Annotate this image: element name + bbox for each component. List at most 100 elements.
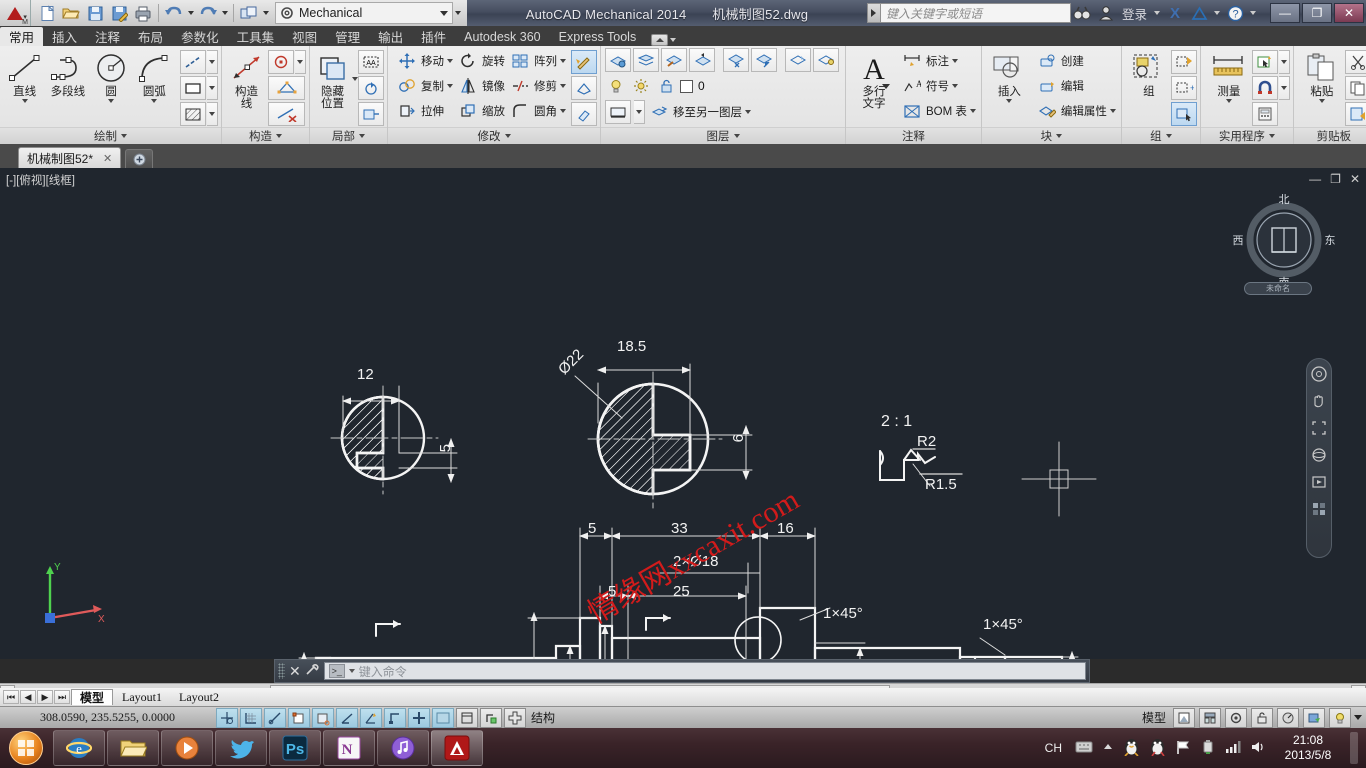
snap-dropdown[interactable] <box>1278 76 1290 100</box>
tool-construction-line[interactable]: 构造线 <box>225 49 268 110</box>
tab-parametric[interactable]: 参数化 <box>172 27 228 46</box>
structure-toggle-icon[interactable] <box>504 707 526 728</box>
volume-icon[interactable] <box>1250 740 1266 757</box>
saveas-icon[interactable] <box>107 2 131 24</box>
calculator-icon[interactable] <box>1251 102 1278 126</box>
a360-dropdown[interactable] <box>1212 2 1222 24</box>
tool-bom[interactable]: BOM 表 <box>899 99 978 123</box>
new-file-tab-button[interactable] <box>125 149 154 168</box>
power-erase-icon[interactable] <box>571 102 597 126</box>
tab-model[interactable]: 模型 <box>71 689 114 705</box>
tab-insert[interactable]: 插入 <box>43 27 86 46</box>
usb-icon[interactable] <box>1200 739 1216 758</box>
tool-line[interactable]: 直线 <box>3 49 46 103</box>
quick-select-dropdown[interactable] <box>1278 50 1290 74</box>
dyn-icon[interactable] <box>408 707 430 728</box>
grid-icon[interactable] <box>240 707 262 728</box>
power-copy-icon[interactable] <box>571 76 597 100</box>
qp-icon[interactable] <box>480 707 502 728</box>
layer-prev-icon[interactable] <box>605 100 631 124</box>
command-line-bar[interactable]: ✕ >_ 键入命令 <box>274 659 1090 683</box>
binoculars-icon[interactable] <box>1071 2 1093 24</box>
taskbar-app-itunes[interactable] <box>377 730 429 766</box>
layer-on-icon[interactable] <box>751 48 777 72</box>
layer-unlock-icon[interactable] <box>655 75 677 97</box>
tool-array[interactable]: 阵列 <box>507 49 568 73</box>
move-to-layer-label[interactable]: 移至另一图层 <box>673 104 742 120</box>
tab-express-tools[interactable]: Express Tools <box>550 27 646 46</box>
taskbar-app-twitter[interactable] <box>215 730 267 766</box>
plot-icon[interactable] <box>131 2 155 24</box>
construction-dropdown[interactable] <box>295 50 306 74</box>
3dosnap-icon[interactable] <box>360 707 382 728</box>
tab-layout1[interactable]: Layout1 <box>114 689 170 705</box>
panel-block-title[interactable]: 块 <box>981 127 1121 144</box>
ortho-icon[interactable] <box>264 707 286 728</box>
tray-expand-icon[interactable] <box>1102 741 1114 755</box>
panel-local-title[interactable]: 局部 <box>310 127 387 144</box>
tool-group[interactable]: 组 <box>1127 49 1171 98</box>
detail-icon[interactable] <box>358 102 384 126</box>
panel-layer-title[interactable]: 图层 <box>601 127 845 144</box>
copy-clip-icon[interactable] <box>1344 76 1366 100</box>
tool-edit-attribute[interactable]: 编辑属性 <box>1034 99 1118 123</box>
tab-autodesk360[interactable]: Autodesk 360 <box>455 27 549 46</box>
structure-label[interactable]: 结构 <box>527 709 559 726</box>
tool-arc[interactable]: 圆弧 <box>133 49 176 103</box>
tool-paste[interactable]: 粘贴 <box>1299 49 1345 103</box>
redo-dropdown[interactable] <box>220 2 230 24</box>
tab-last-button[interactable]: ⏭ <box>54 690 70 704</box>
drawing-canvas[interactable]: [-][俯视][线框] — ❐ ✕ 北 南 西 东 未命名 <box>0 168 1366 659</box>
tab-layout[interactable]: 布局 <box>129 27 172 46</box>
lock-icon[interactable] <box>1251 707 1273 728</box>
hatch-dropdown[interactable] <box>207 102 218 126</box>
layer-bulb-icon[interactable] <box>605 75 627 97</box>
tab-prev-button[interactable]: ◀ <box>20 690 36 704</box>
hatch-icon[interactable] <box>180 102 206 126</box>
clean-screen-icon[interactable] <box>1329 707 1351 728</box>
taskbar-app-autocad[interactable] <box>431 730 483 766</box>
rotate-view-icon[interactable] <box>358 76 384 100</box>
panel-group-title[interactable]: 组 <box>1121 127 1200 144</box>
close-button[interactable]: ✕ <box>1334 3 1364 23</box>
tool-insert-block[interactable]: 插入 <box>988 49 1031 103</box>
start-button[interactable] <box>0 728 52 768</box>
qq2-icon[interactable] <box>1149 738 1166 759</box>
workspace-switch-icon[interactable] <box>237 2 261 24</box>
workspace-dropdown[interactable] <box>261 2 271 24</box>
layer-off-icon[interactable] <box>723 48 749 72</box>
ime-indicator[interactable]: CH <box>1041 741 1066 755</box>
exchange-app-icon[interactable]: X <box>1164 2 1186 24</box>
power-edit-icon[interactable] <box>571 50 597 74</box>
tab-addins[interactable]: 插件 <box>412 27 455 46</box>
layer-freeze-icon[interactable] <box>813 48 839 72</box>
performance-icon[interactable] <box>1277 707 1299 728</box>
tool-hide-situation[interactable]: 隐藏 位置 <box>313 49 352 110</box>
help-dropdown[interactable] <box>1248 2 1258 24</box>
tool-edit-block[interactable]: 编辑 <box>1034 74 1118 98</box>
construction-delete-icon[interactable] <box>268 102 305 126</box>
tool-circle[interactable]: 圆 <box>90 49 133 103</box>
ime-keyboard-icon[interactable] <box>1075 741 1093 756</box>
tool-rotate[interactable]: 旋转 <box>455 49 507 73</box>
snap-icon[interactable] <box>216 707 238 728</box>
otrack-icon[interactable] <box>336 707 358 728</box>
tool-copy[interactable]: 复制 <box>394 74 455 98</box>
tool-mirror[interactable]: 镜像 <box>455 74 507 98</box>
auto-dim-icon[interactable]: AA <box>358 50 384 74</box>
command-grip[interactable] <box>278 663 285 679</box>
quick-access-toolbar[interactable]: Mechanical <box>30 0 467 26</box>
tool-dimension[interactable]: 标注 <box>899 49 978 73</box>
command-input[interactable]: >_ 键入命令 <box>323 662 1086 680</box>
layer-sun-icon[interactable] <box>630 75 652 97</box>
tab-manage[interactable]: 管理 <box>326 27 369 46</box>
group-edit-icon[interactable]: + <box>1170 76 1197 100</box>
quick-view-layout-icon[interactable] <box>1173 707 1195 728</box>
rectangle-icon[interactable] <box>180 76 206 100</box>
network-icon[interactable] <box>1225 740 1241 757</box>
help-icon[interactable]: ? <box>1224 2 1246 24</box>
taskbar-app-media-player[interactable] <box>161 730 213 766</box>
autodesk360-icon[interactable] <box>1188 2 1210 24</box>
layer-list-icon[interactable] <box>633 48 659 72</box>
coordinate-readout[interactable]: 308.0590, 235.5255, 0.0000 <box>0 710 215 725</box>
